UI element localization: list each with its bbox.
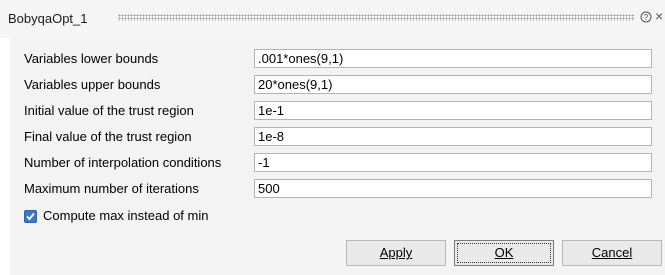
final-trust-region-input[interactable]: 1e-8: [254, 127, 652, 146]
title-bar[interactable]: BobyqaOpt_1 ? ×: [0, 0, 665, 38]
final-trust-region-label: Final value of the trust region: [24, 129, 192, 144]
checkmark-icon: [26, 212, 35, 221]
upper-bounds-label: Variables upper bounds: [24, 77, 161, 92]
dialog-window: BobyqaOpt_1 ? × Variables lower bounds .…: [0, 0, 665, 275]
upper-bounds-input[interactable]: 20*ones(9,1): [254, 75, 652, 94]
lower-bounds-label: Variables lower bounds: [24, 51, 159, 66]
help-icon[interactable]: ?: [640, 11, 652, 23]
drag-grip[interactable]: [118, 14, 635, 21]
svg-text:?: ?: [644, 13, 649, 22]
ok-button[interactable]: OK: [454, 240, 554, 266]
initial-trust-region-label: Initial value of the trust region: [24, 103, 194, 118]
max-iterations-input[interactable]: 500: [254, 179, 652, 198]
apply-button[interactable]: Apply: [346, 240, 446, 266]
compute-max-checkbox[interactable]: [24, 210, 37, 223]
cancel-button[interactable]: Cancel: [562, 240, 662, 266]
close-icon[interactable]: ×: [655, 9, 663, 23]
max-iterations-label: Maximum number of iterations: [24, 181, 199, 196]
window-title: BobyqaOpt_1: [8, 11, 88, 26]
initial-trust-region-input[interactable]: 1e-1: [254, 101, 652, 120]
interpolation-conditions-label: Number of interpolation conditions: [24, 155, 222, 170]
compute-max-label: Compute max instead of min: [43, 208, 209, 223]
lower-bounds-input[interactable]: .001*ones(9,1): [254, 49, 652, 68]
interpolation-conditions-input[interactable]: -1: [254, 153, 652, 172]
